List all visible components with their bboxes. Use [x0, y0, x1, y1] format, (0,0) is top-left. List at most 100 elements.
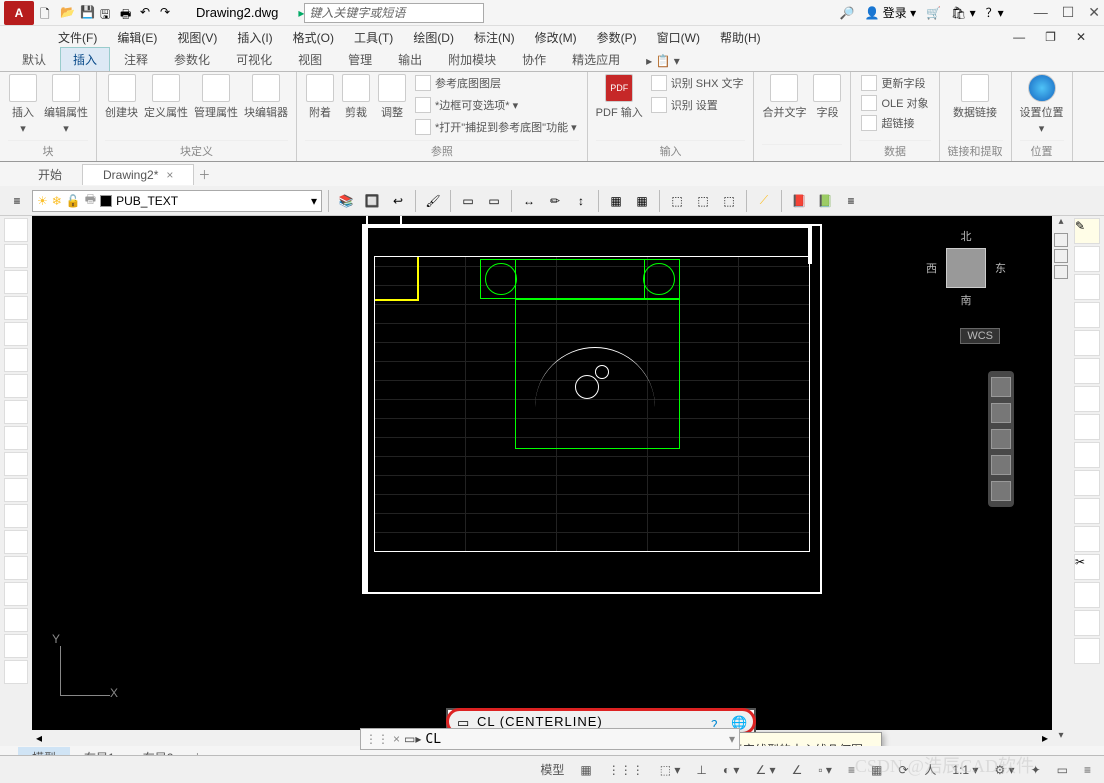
btn-recog-set[interactable]: 识别 设置	[649, 96, 746, 114]
mod-mirror[interactable]	[1074, 274, 1100, 300]
sb-osnap-icon[interactable]: ▫ ▾	[811, 760, 839, 780]
ribbon-tab-parametric[interactable]: 参数化	[162, 48, 222, 71]
search-input[interactable]: 键入关键字或短语	[304, 3, 484, 23]
nav-orbit-icon[interactable]	[991, 455, 1011, 475]
nav-cube3[interactable]	[1054, 265, 1068, 279]
qat-plot-icon[interactable]: 🖶	[120, 5, 136, 21]
drawing-canvas[interactable]: 北 西东 南 WCS Y X ▭ CL (CENTERLINE) ？	[32, 216, 1070, 746]
tbl-merge-icon[interactable]: ▦	[631, 190, 653, 212]
menu-edit[interactable]: 编辑(E)	[109, 27, 165, 48]
doc-tab-start[interactable]: 开始	[18, 163, 82, 186]
btn-set-location[interactable]: 设置位置▾	[1020, 74, 1064, 135]
menu-view[interactable]: 视图(V)	[169, 27, 225, 48]
viewcube-cube[interactable]	[946, 248, 986, 288]
tool-c-icon[interactable]: ≡	[840, 190, 862, 212]
nav-wheel-icon[interactable]	[991, 377, 1011, 397]
menu-param[interactable]: 参数(P)	[589, 27, 645, 48]
nav-cube1[interactable]	[1054, 233, 1068, 247]
mod-copy[interactable]	[1074, 246, 1100, 272]
btn-adjust[interactable]: 调整	[377, 74, 407, 120]
nav-zoom-icon[interactable]	[991, 429, 1011, 449]
btn-insert-block[interactable]: 插入▾	[8, 74, 38, 135]
ribbon-tab-annotate[interactable]: 注释	[112, 48, 160, 71]
tbl-split-icon[interactable]: ▦	[605, 190, 627, 212]
layer-props-icon[interactable]: ≡	[6, 190, 28, 212]
sb-polar-icon[interactable]: ◐ ▾	[716, 760, 747, 780]
qat-new-icon[interactable]: 🗋	[40, 5, 56, 21]
cmdline-dropdown-icon[interactable]: ▾	[729, 732, 735, 746]
exchange-icon[interactable]: 🛒	[926, 6, 941, 20]
nav-pan-icon[interactable]	[991, 403, 1011, 423]
btn-block-editor[interactable]: 块编辑器	[244, 74, 288, 120]
tool-ellipse[interactable]	[4, 452, 28, 476]
tool-hatch[interactable]	[4, 582, 28, 606]
nav-showmotion-icon[interactable]	[991, 481, 1011, 501]
btn-field[interactable]: 字段	[812, 74, 842, 120]
layer-state-icon[interactable]: 📚	[335, 190, 357, 212]
menu-modify[interactable]: 修改(M)	[527, 27, 585, 48]
tool-pline[interactable]	[4, 270, 28, 294]
btn-mgr-attr[interactable]: 管理属性	[194, 74, 238, 120]
doc-close-icon[interactable]: ✕	[1068, 28, 1094, 46]
qat-redo-icon[interactable]: ↷	[160, 5, 176, 21]
wcs-label[interactable]: WCS	[960, 328, 1000, 344]
ribbon-tab-default[interactable]: 默认	[10, 48, 58, 71]
mod-array[interactable]	[1074, 330, 1100, 356]
cmdline-handle-icon[interactable]: ⋮⋮	[365, 732, 389, 746]
layer-iso-icon[interactable]: 🔲	[361, 190, 383, 212]
close-button[interactable]: ✕	[1088, 4, 1100, 21]
help-icon[interactable]: ？▾	[986, 4, 1004, 21]
btn-attach[interactable]: 附着	[305, 74, 335, 120]
group-edit-icon[interactable]: ⬚	[718, 190, 740, 212]
tool-line[interactable]	[4, 218, 28, 242]
ribbon-tab-output[interactable]: 输出	[386, 48, 434, 71]
btn-snap-underlay[interactable]: *打开"捕捉到参考底图"功能 ▾	[413, 118, 579, 136]
menu-file[interactable]: 文件(F)	[50, 27, 105, 48]
mod-explode[interactable]	[1074, 638, 1100, 664]
btn-clip[interactable]: 剪裁	[341, 74, 371, 120]
tool-b-icon[interactable]: 📗	[814, 190, 836, 212]
sb-model[interactable]: 模型	[533, 758, 571, 781]
qat-undo-icon[interactable]: ↶	[140, 5, 156, 21]
btn-combine-text[interactable]: 合并文字	[762, 74, 806, 120]
ribbon-tab-visualize[interactable]: 可视化	[224, 48, 284, 71]
btn-shx[interactable]: 识别 SHX 文字	[649, 74, 746, 92]
tool-block[interactable]	[4, 530, 28, 554]
ribbon-tab-express[interactable]: 精选应用	[560, 48, 632, 71]
tool-circle[interactable]	[4, 374, 28, 398]
layer-combo[interactable]: ☀ ❄ 🔓 🖶 PUB_TEXT ▾	[32, 190, 322, 212]
sb-otrack-icon[interactable]: ∠	[785, 760, 810, 780]
tool-revcloud[interactable]	[4, 400, 28, 424]
prop-2-icon[interactable]: ▭	[483, 190, 505, 212]
btn-datalink[interactable]: 数据链接	[953, 74, 997, 120]
btn-underlay-layers[interactable]: 参考底图图层	[413, 74, 579, 92]
mod-fillet[interactable]	[1074, 610, 1100, 636]
btn-frame-vary[interactable]: *边框可变选项* ▾	[413, 96, 579, 114]
btn-pdf-import[interactable]: PDFPDF 输入	[596, 74, 643, 120]
infocenter-icon[interactable]: 🔎	[840, 6, 855, 20]
menu-format[interactable]: 格式(O)	[285, 27, 342, 48]
vertical-scrollbar[interactable]: ▴ ▾	[1052, 216, 1070, 746]
sb-infer-icon[interactable]: ⬚ ▾	[653, 760, 688, 780]
menu-dim[interactable]: 标注(N)	[466, 27, 523, 48]
qat-saveas-icon[interactable]: 🖫	[100, 5, 116, 21]
tool-arc[interactable]	[4, 348, 28, 372]
ribbon-tab-insert[interactable]: 插入	[60, 47, 110, 71]
btn-create-block[interactable]: 创建块	[105, 74, 138, 120]
mod-move[interactable]	[1074, 358, 1100, 384]
command-input[interactable]	[425, 732, 725, 747]
sb-grid-icon[interactable]: ▦	[573, 760, 598, 780]
qat-open-icon[interactable]: 📂	[60, 5, 76, 21]
globe-mini-icon[interactable]: 🌐	[731, 715, 745, 729]
tool-rect[interactable]	[4, 322, 28, 346]
doc-restore-icon[interactable]: ❐	[1037, 28, 1064, 46]
minimize-button[interactable]: —	[1034, 4, 1048, 21]
command-line[interactable]: ⋮⋮ × ▭▸ ▾	[360, 728, 740, 750]
menu-window[interactable]: 窗口(W)	[649, 27, 708, 48]
new-tab-button[interactable]: ＋	[194, 166, 214, 183]
scroll-down-icon[interactable]: ▾	[1053, 730, 1069, 746]
mod-pencil[interactable]: ✎	[1074, 218, 1100, 244]
scroll-up-icon[interactable]: ▴	[1053, 216, 1069, 232]
scroll-left-icon[interactable]: ◂	[32, 731, 46, 745]
doc-min-icon[interactable]: —	[1005, 28, 1033, 46]
